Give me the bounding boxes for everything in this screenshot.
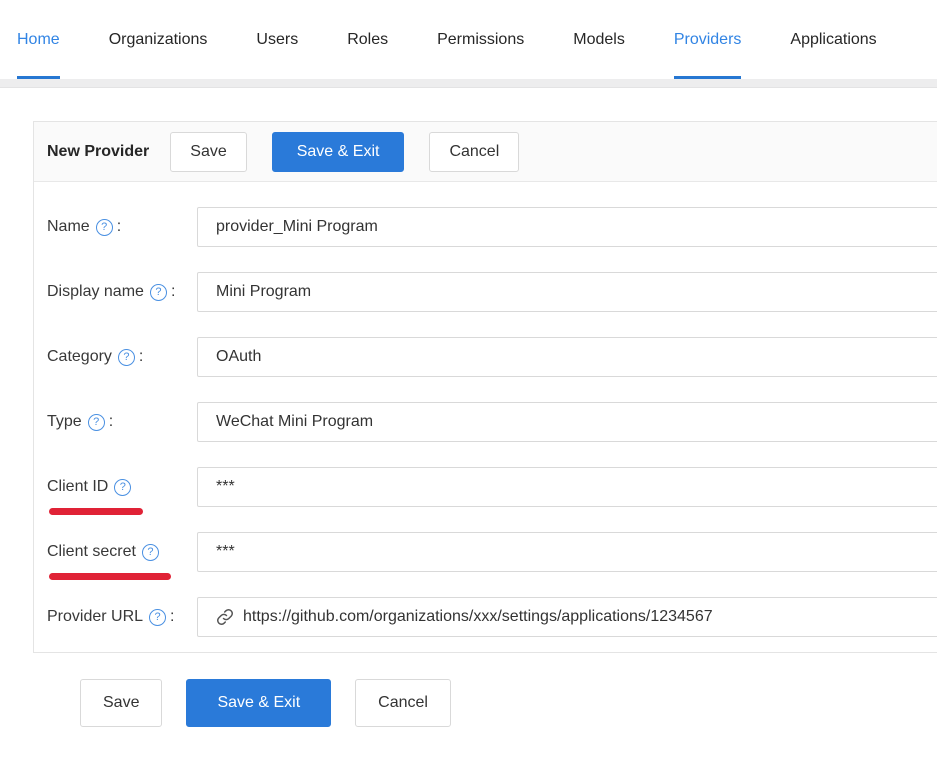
form-row-client-secret: Client secret ? *** [47,532,937,572]
field-input-wrap: https://github.com/organizations/xxx/set… [197,597,937,637]
field-label: Category ? : [47,337,197,377]
form-row-display-name: Display name ? : Mini Program [47,272,937,312]
help-icon[interactable]: ? [96,219,113,236]
field-input-category[interactable]: OAuth [197,337,937,377]
provider-form: Name ? : provider_Mini Program Display n… [34,182,937,652]
field-value: *** [216,478,235,496]
red-underline-annotation [49,508,143,515]
field-input-display-name[interactable]: Mini Program [197,272,937,312]
red-underline-annotation [49,573,171,580]
field-input-client-secret[interactable]: *** [197,532,937,572]
nav-item-applications[interactable]: Applications [790,0,876,79]
label-colon: : [171,283,175,301]
help-icon[interactable]: ? [118,349,135,366]
field-input-provider-url[interactable]: https://github.com/organizations/xxx/set… [197,597,937,637]
form-row-provider-url: Provider URL ? : https://github.com/orga… [47,597,937,637]
nav-item-providers[interactable]: Providers [674,0,742,79]
help-icon[interactable]: ? [88,414,105,431]
help-icon[interactable]: ? [149,609,166,626]
label-colon: : [117,218,121,236]
nav-item-home[interactable]: Home [17,0,60,79]
label-colon: : [170,608,174,626]
nav-item-roles[interactable]: Roles [347,0,388,79]
nav-item-users[interactable]: Users [256,0,298,79]
panel-title: New Provider [47,143,149,161]
field-label: Name ? : [47,207,197,247]
field-label-text: Client ID [47,478,108,496]
header-actions: Save Save & Exit Cancel [170,132,544,172]
nav-item-permissions[interactable]: Permissions [437,0,524,79]
field-value: WeChat Mini Program [216,413,373,431]
top-nav: Home Organizations Users Roles Permissions Mo… [0,0,937,79]
nav-item-models[interactable]: Models [573,0,625,79]
footer-actions: Save Save & Exit Cancel [80,679,937,727]
field-input-wrap: *** [197,467,937,507]
nav-item-organizations[interactable]: Organizations [109,0,208,79]
field-label-text: Name [47,218,90,236]
field-value: https://github.com/organizations/xxx/set… [243,608,713,626]
field-value: OAuth [216,348,261,366]
header-save-exit-button[interactable]: Save & Exit [272,132,405,172]
field-value: Mini Program [216,283,311,301]
field-input-wrap: OAuth [197,337,937,377]
help-icon[interactable]: ? [114,479,131,496]
field-label-text: Category [47,348,112,366]
label-colon: : [139,348,143,366]
header-cancel-button[interactable]: Cancel [429,132,519,172]
label-colon: : [109,413,113,431]
panel-header: New Provider Save Save & Exit Cancel [34,122,937,182]
help-icon[interactable]: ? [142,544,159,561]
form-row-category: Category ? : OAuth [47,337,937,377]
form-row-client-id: Client ID ? *** [47,467,937,507]
field-input-type[interactable]: WeChat Mini Program [197,402,937,442]
footer-save-button[interactable]: Save [80,679,162,727]
field-input-wrap: provider_Mini Program [197,207,937,247]
field-input-name[interactable]: provider_Mini Program [197,207,937,247]
field-label-text: Client secret [47,543,136,561]
field-input-client-id[interactable]: *** [197,467,937,507]
form-row-type: Type ? : WeChat Mini Program [47,402,937,442]
footer-save-exit-button[interactable]: Save & Exit [186,679,331,727]
field-value: *** [216,543,235,561]
field-input-wrap: WeChat Mini Program [197,402,937,442]
field-input-wrap: *** [197,532,937,572]
field-label: Type ? : [47,402,197,442]
field-label-text: Type [47,413,82,431]
field-value: provider_Mini Program [216,218,378,236]
field-label: Display name ? : [47,272,197,312]
link-icon [216,608,234,626]
field-label: Client secret ? [47,532,197,572]
header-save-button[interactable]: Save [170,132,246,172]
new-provider-panel: New Provider Save Save & Exit Cancel Name … [33,121,937,653]
footer-cancel-button[interactable]: Cancel [355,679,451,727]
field-label-text: Provider URL [47,608,143,626]
help-icon[interactable]: ? [150,284,167,301]
form-row-name: Name ? : provider_Mini Program [47,207,937,247]
field-label: Client ID ? [47,467,197,507]
nav-separator-band [0,79,937,88]
field-input-wrap: Mini Program [197,272,937,312]
field-label-text: Display name [47,283,144,301]
field-label: Provider URL ? : [47,597,197,637]
